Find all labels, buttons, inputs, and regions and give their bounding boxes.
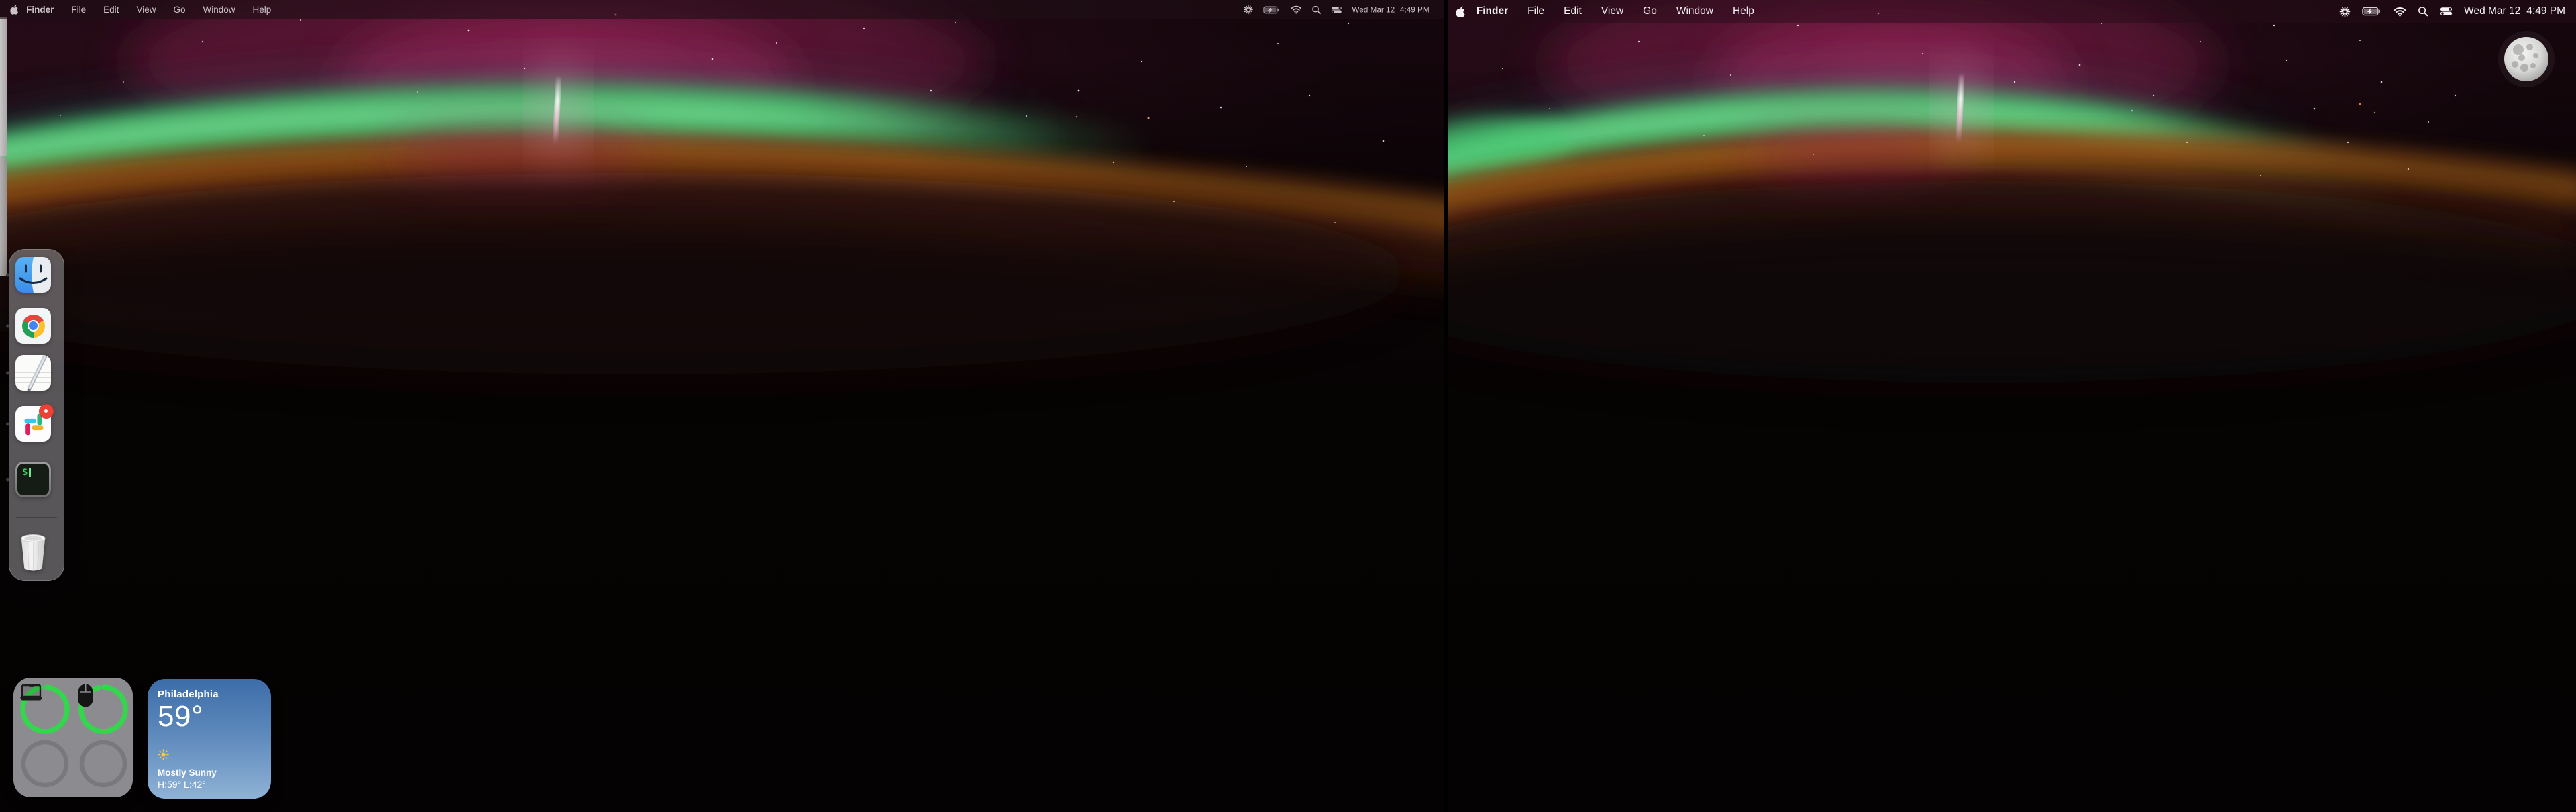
terminal-icon: $ — [15, 462, 51, 497]
weather-temperature: 59° — [158, 702, 261, 732]
clock-date: Wed Mar 12 — [2464, 5, 2520, 17]
spotlight-search-icon[interactable] — [2418, 6, 2428, 17]
menu-item-help[interactable]: Help — [253, 5, 272, 15]
running-indicator — [6, 422, 9, 425]
menu-item-window[interactable]: Window — [203, 5, 235, 15]
menu-item-go[interactable]: Go — [1643, 5, 1657, 17]
apple-menu-icon[interactable] — [10, 5, 18, 15]
offscreen-window-edge[interactable] — [0, 156, 7, 276]
clock-time: 4:49 PM — [2526, 5, 2565, 17]
running-indicator — [6, 324, 9, 327]
battery-ring-empty — [19, 738, 71, 790]
moon — [2498, 31, 2555, 87]
menu-item-view[interactable]: View — [1601, 5, 1623, 17]
menu-item-file[interactable]: File — [1527, 5, 1544, 17]
menu-bar-menus: Finder File Edit View Go Window Help — [1477, 5, 1754, 17]
finder-icon — [15, 257, 51, 293]
menu-item-view[interactable]: View — [136, 5, 156, 15]
menu-item-edit[interactable]: Edit — [103, 5, 119, 15]
terminal-prompt: $ — [22, 468, 28, 477]
dock: $ — [9, 249, 64, 581]
control-center-icon[interactable] — [1331, 5, 1342, 13]
dock-separator — [16, 517, 57, 518]
menu-item-edit[interactable]: Edit — [1564, 5, 1582, 17]
menu-bar-clock[interactable]: Wed Mar 12 4:49 PM — [2464, 5, 2565, 17]
dock-item-terminal[interactable]: $ — [15, 462, 51, 497]
battery-ring-empty — [77, 738, 129, 790]
weather-high-low: H:59° L:42° — [158, 779, 261, 790]
menu-bar-left: Finder File Edit View Go Window Help — [0, 0, 1444, 19]
dock-item-notes[interactable] — [15, 355, 51, 391]
menu-item-file[interactable]: File — [71, 5, 86, 15]
dock-item-slack[interactable] — [15, 406, 51, 442]
running-indicator — [6, 478, 9, 481]
chrome-icon — [15, 308, 51, 344]
aurora-wallpaper — [1448, 0, 2576, 812]
notification-badge — [39, 404, 54, 419]
offscreen-window-edge[interactable] — [0, 17, 7, 156]
mouse-icon — [77, 683, 129, 735]
battery-charging-icon[interactable] — [2362, 7, 2382, 16]
apple-menu-icon[interactable] — [1456, 6, 1465, 17]
battery-ring-laptop — [19, 683, 71, 735]
menu-bar-clock[interactable]: Wed Mar 12 4:49 PM — [1352, 5, 1430, 13]
display-left: Finder File Edit View Go Window Help — [0, 0, 1444, 812]
running-indicator — [6, 273, 9, 276]
sunburst-spinner-icon[interactable] — [2339, 6, 2351, 17]
menu-app-finder[interactable]: Finder — [1477, 5, 1508, 17]
batteries-widget[interactable] — [13, 678, 133, 797]
status-icons: Wed Mar 12 4:49 PM — [2339, 5, 2576, 17]
sun-icon — [158, 749, 261, 764]
clock-date: Wed Mar 12 — [1352, 5, 1395, 13]
weather-condition: Mostly Sunny — [158, 768, 261, 778]
running-indicator — [6, 371, 9, 374]
menu-bar-menus: Finder File Edit View Go Window Help — [26, 5, 271, 15]
control-center-icon[interactable] — [2440, 7, 2453, 16]
wifi-icon[interactable] — [1291, 5, 1302, 13]
spotlight-search-icon[interactable] — [1312, 5, 1322, 14]
dock-item-chrome[interactable] — [15, 308, 51, 344]
menu-app-finder[interactable]: Finder — [26, 5, 54, 15]
menu-bar-right: Finder File Edit View Go Window Help — [1448, 0, 2576, 23]
trash-icon — [17, 531, 49, 574]
dock-item-trash[interactable] — [15, 531, 51, 576]
battery-ring-mouse — [77, 683, 129, 735]
notes-icon — [15, 355, 51, 391]
status-icons: Wed Mar 12 4:49 PM — [1244, 5, 1444, 15]
menu-item-go[interactable]: Go — [173, 5, 185, 15]
weather-city: Philadelphia — [158, 689, 261, 700]
sunburst-spinner-icon[interactable] — [1244, 5, 1254, 15]
menu-item-help[interactable]: Help — [1733, 5, 1754, 17]
terminal-cursor — [29, 468, 31, 477]
wifi-icon[interactable] — [2394, 7, 2406, 17]
clock-time: 4:49 PM — [1400, 5, 1430, 13]
battery-charging-icon[interactable] — [1264, 5, 1281, 13]
display-right: Finder File Edit View Go Window Help — [1448, 0, 2576, 812]
menu-item-window[interactable]: Window — [1676, 5, 1713, 17]
slack-icon — [15, 406, 51, 442]
laptop-icon — [19, 683, 71, 735]
weather-widget[interactable]: Philadelphia 59° Mostly Sunny H:59° L:42… — [148, 679, 271, 799]
dock-item-finder[interactable] — [15, 257, 51, 293]
